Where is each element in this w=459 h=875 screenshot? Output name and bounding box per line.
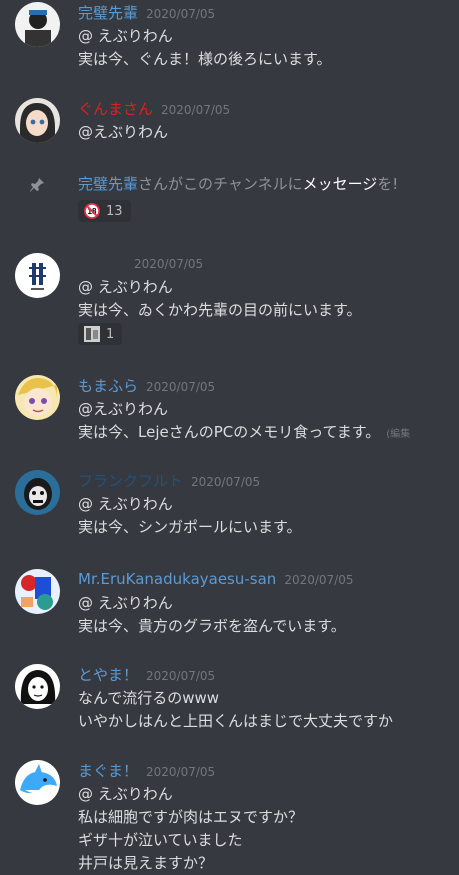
avatar[interactable] (15, 98, 60, 143)
timestamp: 2020/07/05 (146, 7, 216, 21)
avatar-image (15, 98, 60, 143)
message-line: @ えぶりわん (78, 594, 173, 612)
message-line: ギザ十が泣いていました (78, 831, 243, 849)
message-line: 井戸は見えますか？ (78, 854, 214, 872)
avatar-image (15, 760, 60, 805)
username[interactable]: Mr.EruKanadukayaesu-san (78, 570, 276, 588)
timestamp: 2020/07/05 (284, 573, 354, 587)
avatar[interactable] (15, 2, 60, 47)
no-under-18-icon: 18 (84, 203, 100, 219)
edited-label: (編集 (386, 429, 411, 440)
system-link[interactable]: メッセージ (303, 175, 378, 193)
pin-icon (28, 176, 46, 194)
avatar-image (15, 664, 60, 709)
avatar-image (15, 2, 60, 47)
avatar[interactable] (15, 253, 60, 298)
system-text: さんがこのチャンネルに (138, 175, 303, 193)
avatar[interactable] (15, 664, 60, 709)
message-line: @えぶりわん (78, 123, 169, 141)
reaction-count: 13 (106, 203, 123, 219)
message-line: 実は今、LejeさんのPCのメモリ食ってます。 (編集 (78, 421, 410, 442)
custom-emoji-icon (84, 326, 100, 342)
avatar[interactable] (15, 375, 60, 420)
avatar[interactable] (15, 470, 60, 515)
avatar-image (15, 470, 60, 515)
system-username[interactable]: 完璧先輩 (78, 175, 138, 193)
message-line: 私は細胞ですが肉はエヌですか？ (78, 808, 304, 826)
username[interactable]: とやま！ (78, 666, 138, 684)
message-line: @えぶりわん (78, 400, 169, 418)
timestamp: 2020/07/05 (161, 103, 231, 117)
reaction[interactable]: 18 13 (78, 200, 131, 222)
avatar[interactable] (15, 760, 60, 805)
message-line: 実は今、貴方のグラボを盗んでいます。 (78, 617, 346, 635)
timestamp: 2020/07/05 (146, 765, 216, 779)
timestamp: 2020/07/05 (146, 669, 216, 683)
avatar-image (15, 375, 60, 420)
username[interactable]: フランクフルト (78, 472, 183, 490)
timestamp: 2020/07/05 (191, 475, 261, 489)
message-line: @ えぶりわん (78, 278, 173, 296)
username[interactable]: 完璧先輩 (78, 4, 138, 22)
message-line: 実は今、シンガポールにいます。 (78, 518, 302, 536)
system-text-tail: を! (377, 175, 399, 193)
username[interactable]: ぐんまさん (78, 100, 153, 118)
username[interactable]: まぐま！ (78, 762, 138, 780)
timestamp: 2020/07/05 (146, 380, 216, 394)
message-line: @ えぶりわん (78, 495, 173, 513)
timestamp: 2020/07/05 (134, 257, 204, 271)
avatar[interactable] (15, 569, 60, 614)
message-line: 実は今、ゐくかわ先輩の目の前にいます。 (78, 301, 362, 319)
message-line: @ えぶりわん (78, 785, 173, 803)
message-line: 実は今、ぐんま！様の後ろにいます。 (78, 50, 332, 68)
reaction-count: 1 (106, 326, 115, 342)
message-line: なんで流行るのwww (78, 689, 220, 707)
message-line: いやかしはんと上田くんはまじで大丈夫ですか (78, 712, 394, 730)
message-text: 実は今、LejeさんのPCのメモリ食ってます。 (78, 423, 381, 441)
avatar-image (15, 253, 60, 298)
message-line: @ えぶりわん (78, 27, 173, 45)
reaction[interactable]: 1 (78, 323, 123, 345)
avatar-image (15, 569, 60, 614)
username[interactable]: もまふら (78, 377, 138, 395)
